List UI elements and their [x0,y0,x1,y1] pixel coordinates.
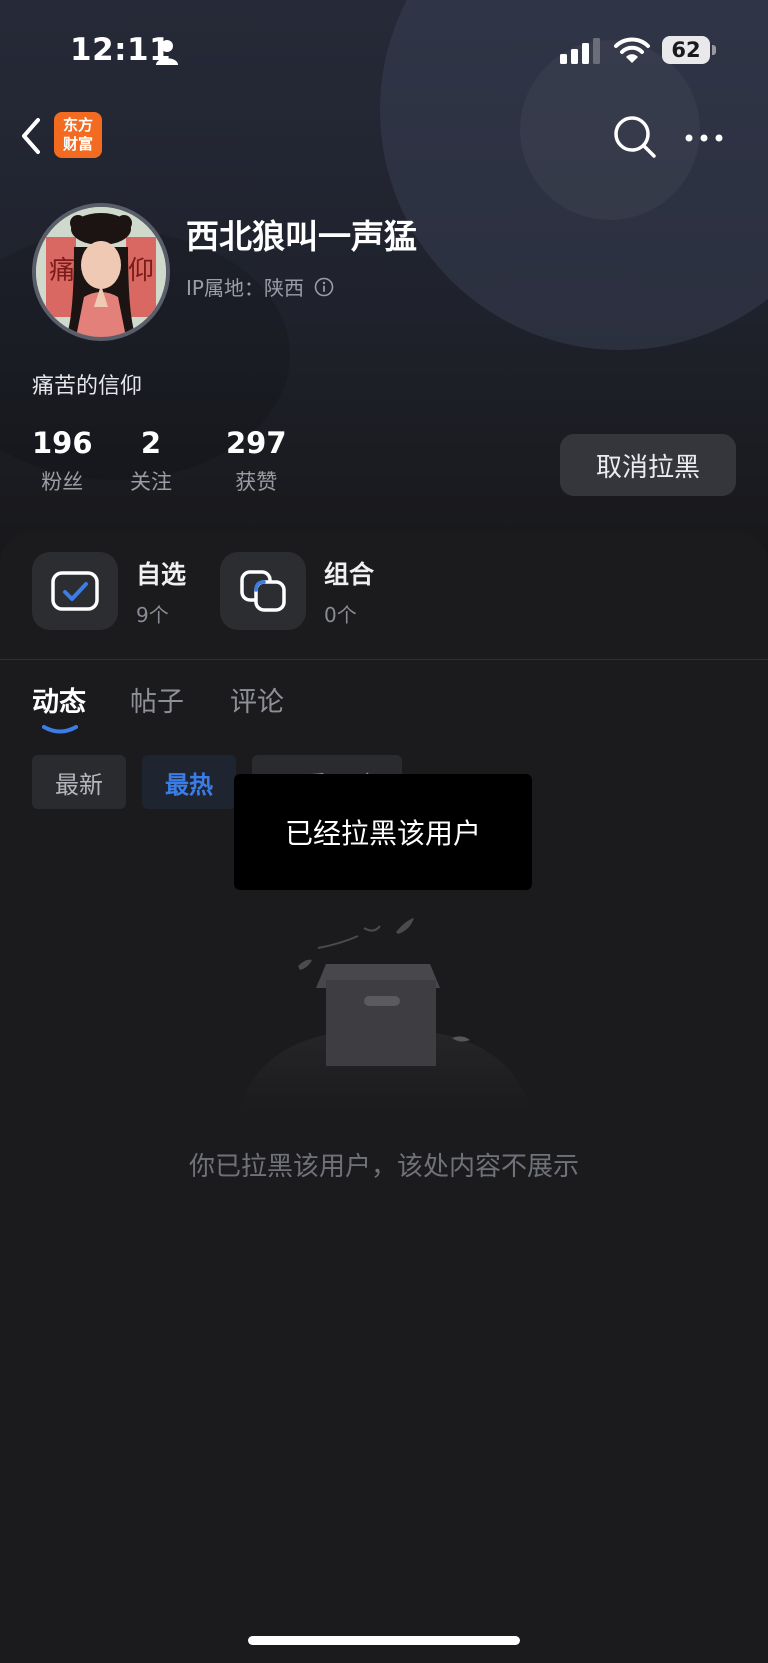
portfolio-count: 0个 [324,602,357,627]
stat-likes-value: 297 [226,426,287,460]
portfolio-icon-box [220,552,306,630]
stat-fans-value: 196 [32,426,93,460]
stat-fans-label: 粉丝 [41,470,84,494]
wifi-icon [614,37,650,63]
watchlist-title: 自选 [136,559,187,589]
battery-level: 62 [662,36,710,64]
person-icon [156,40,178,65]
info-icon[interactable] [314,277,334,297]
back-arrow-icon[interactable] [16,114,46,158]
ip-label: IP属地：陕西 [186,276,304,300]
portfolio-shortcut[interactable]: 组合 0个 [220,552,374,630]
watchlist-shortcut[interactable]: 自选 9个 [32,552,186,630]
app-logo[interactable]: 东方 财富 [54,112,102,158]
username: 西北狼叫一声猛 [186,217,417,256]
stat-likes[interactable]: 297 获赞 [226,426,287,496]
active-tab-indicator [42,725,78,734]
portfolio-icon [240,570,286,612]
logo-text-top: 东方 [62,116,93,134]
bio: 痛苦的信仰 [32,374,143,399]
empty-state-message: 你已拉黑该用户，该处内容不展示 [188,1152,579,1182]
toast-message: 已经拉黑该用户 [234,774,532,890]
battery-cap [712,45,716,55]
checkbox-icon [51,571,99,611]
home-indicator[interactable] [248,1636,520,1645]
avatar-char-left: 痛 [49,256,75,286]
empty-box-illustration [240,918,530,1110]
search-icon[interactable] [612,114,658,160]
stat-following-label: 关注 [130,470,172,494]
logo-text-bottom: 财富 [62,135,93,153]
filter-newest[interactable]: 最新 [32,755,126,809]
stat-likes-label: 获赞 [235,470,278,494]
stat-following-value: 2 [140,426,162,460]
watchlist-count: 9个 [136,602,169,627]
section-divider [0,659,768,660]
watchlist-icon-box [32,552,118,630]
portfolio-title: 组合 [324,559,375,589]
avatar[interactable]: 痛 仰 [32,203,170,341]
more-options-icon[interactable] [684,132,724,144]
tab-threads[interactable]: 帖子 [130,680,184,719]
decor-circle [520,40,700,220]
tab-posts-feed[interactable]: 动态 [32,680,86,719]
cellular-signal-icon [560,38,600,64]
filter-hottest[interactable]: 最热 [142,755,236,809]
battery-indicator: 62 [662,36,716,64]
avatar-char-right: 仰 [128,256,154,286]
stat-following[interactable]: 2 关注 [130,426,172,496]
tab-comments[interactable]: 评论 [230,680,284,719]
ip-location: IP属地：陕西 [186,272,334,301]
unblock-button[interactable]: 取消拉黑 [560,434,736,496]
stat-fans[interactable]: 196 粉丝 [32,426,93,496]
avatar-image: 痛 仰 [36,207,166,337]
